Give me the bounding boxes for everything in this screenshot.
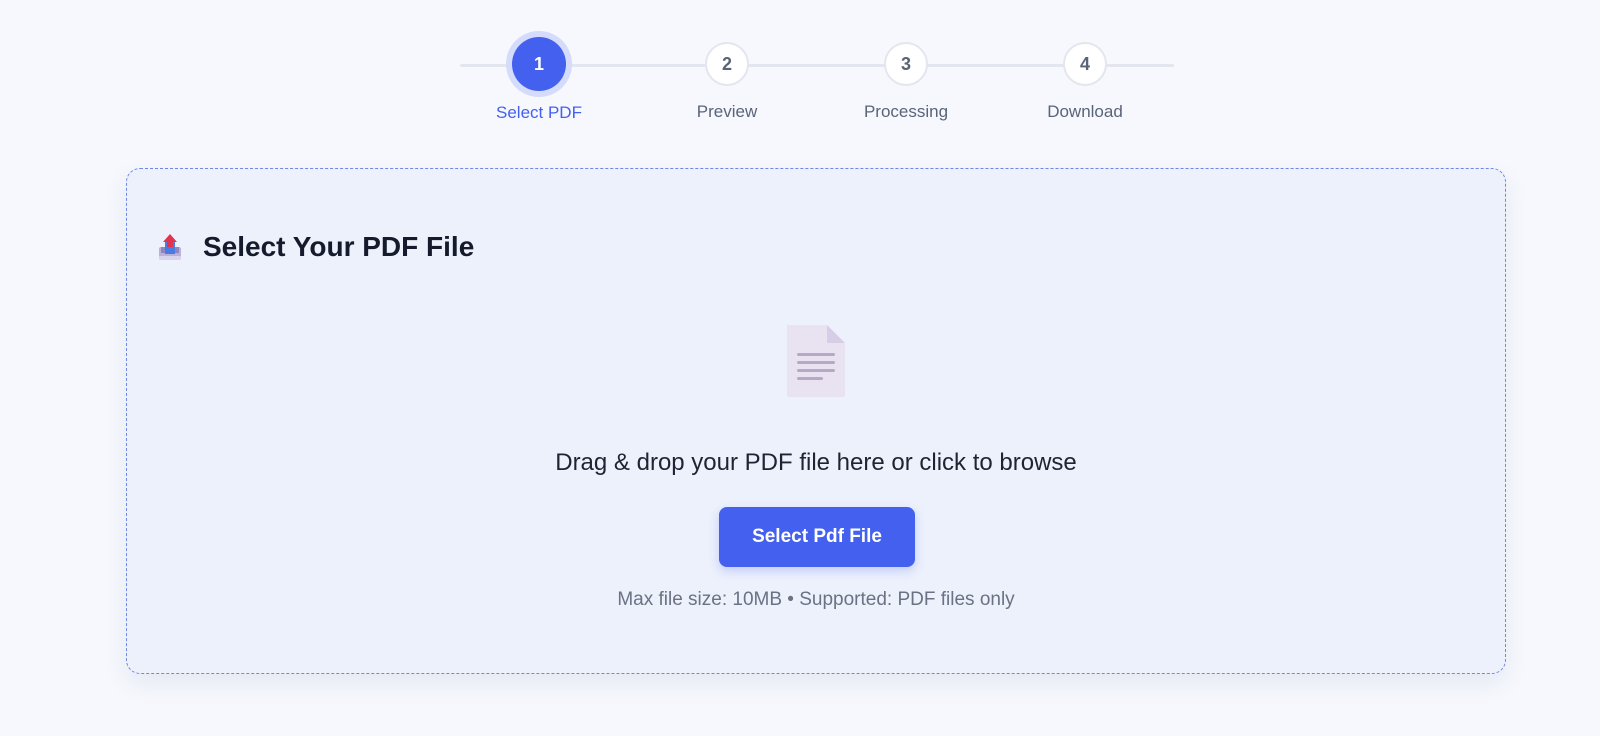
step-preview[interactable]: 2 Preview — [667, 30, 787, 122]
step-download[interactable]: 4 Download — [1025, 30, 1145, 122]
step-processing[interactable]: 3 Processing — [846, 30, 966, 122]
page: 1 Select PDF 2 Preview 3 Processing 4 Do… — [0, 0, 1600, 736]
step-number: 2 — [705, 42, 749, 86]
pdf-drop-zone[interactable]: Select Your PDF File Drag & drop your PD… — [126, 168, 1506, 674]
step-label: Download — [1047, 102, 1123, 121]
progress-stepper: 1 Select PDF 2 Preview 3 Processing 4 Do… — [460, 30, 1174, 130]
document-icon — [785, 323, 847, 399]
drop-instructions: Drag & drop your PDF file here or click … — [555, 449, 1077, 476]
select-pdf-button[interactable]: Select Pdf File — [719, 507, 915, 567]
step-label: Select PDF — [496, 103, 582, 122]
step-select-pdf[interactable]: 1 Select PDF — [479, 30, 599, 123]
step-number: 3 — [884, 42, 928, 86]
step-number: 4 — [1063, 42, 1107, 86]
step-label: Processing — [863, 102, 949, 121]
card-header: Select Your PDF File — [157, 231, 474, 263]
card-title: Select Your PDF File — [203, 231, 475, 262]
upload-tray-icon — [157, 232, 183, 262]
file-limits-hint: Max file size: 10MB • Supported: PDF fil… — [617, 589, 1015, 610]
step-number: 1 — [512, 37, 566, 91]
step-label: Preview — [696, 102, 758, 121]
